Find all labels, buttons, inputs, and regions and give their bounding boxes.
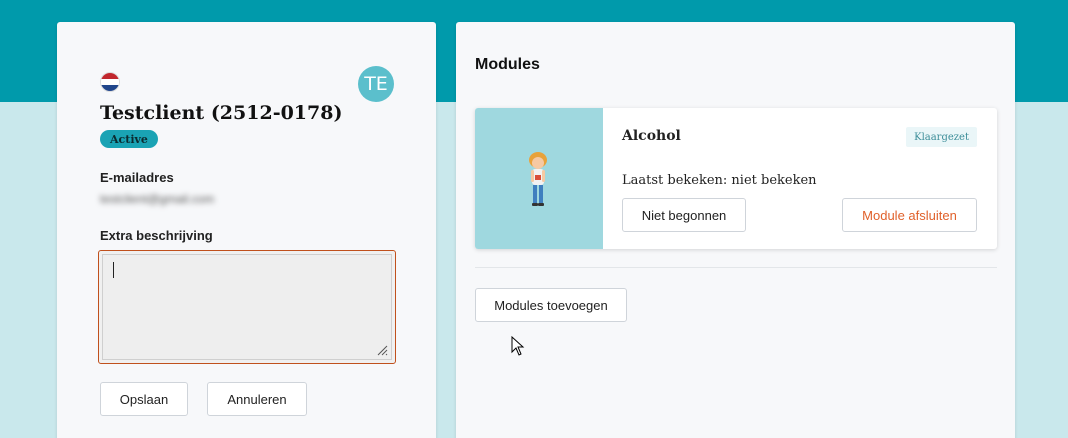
add-modules-button[interactable]: Modules toevoegen xyxy=(475,288,627,322)
status-badge: Active xyxy=(100,130,158,148)
resize-grip-icon[interactable] xyxy=(376,344,388,356)
mouse-cursor-icon xyxy=(511,336,525,356)
description-textarea[interactable] xyxy=(98,250,396,364)
person-illustration-icon xyxy=(529,152,547,206)
module-title: Alcohol xyxy=(622,128,681,144)
close-module-button[interactable]: Module afsluiten xyxy=(842,198,977,232)
email-value: testclient@gmail.com xyxy=(100,192,215,206)
description-label: Extra beschrijving xyxy=(100,228,213,243)
module-last-viewed: Laatst bekeken: niet bekeken xyxy=(622,173,817,188)
client-card: TE Testclient (2512-0178) Active E-maila… xyxy=(57,22,436,438)
save-button[interactable]: Opslaan xyxy=(100,382,188,416)
netherlands-flag-icon xyxy=(100,72,120,92)
modules-card: Modules Alcohol Klaargezet Laatst bekeke… xyxy=(456,22,1015,438)
cancel-button[interactable]: Annuleren xyxy=(207,382,307,416)
module-status-badge: Klaargezet xyxy=(906,127,977,147)
client-name: Testclient (2512-0178) xyxy=(100,102,343,124)
modules-title: Modules xyxy=(475,56,540,73)
module-image xyxy=(475,108,603,249)
email-label: E-mailadres xyxy=(100,170,174,185)
module-card-alcohol[interactable]: Alcohol Klaargezet Laatst bekeken: niet … xyxy=(475,108,997,249)
avatar[interactable]: TE xyxy=(358,66,394,102)
divider xyxy=(475,267,997,268)
text-caret xyxy=(113,262,114,278)
not-started-button[interactable]: Niet begonnen xyxy=(622,198,746,232)
